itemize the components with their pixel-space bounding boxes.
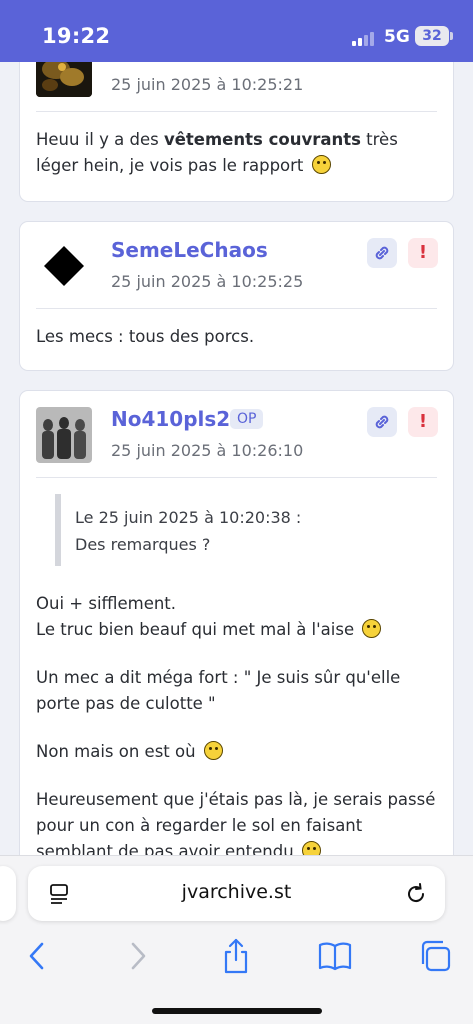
- sad-smiley-icon: [311, 155, 331, 174]
- post-card: No410pls2 OP 25 juin 2025 à 10:26:10 ! L…: [19, 390, 454, 860]
- post-message: Heuu il y a des vêtements couvrants très…: [36, 130, 398, 175]
- tabs-icon[interactable]: [415, 936, 455, 976]
- avatar: [36, 407, 92, 463]
- op-badge: OP: [230, 409, 264, 429]
- post-header: SemeLeChaos 25 juin 2025 à 10:25:25 !: [20, 222, 453, 308]
- post-paragraph: Heureusement que j'étais pas là, je sera…: [36, 790, 436, 860]
- quote-text: Des remarques ?: [75, 535, 211, 554]
- signal-icon: [352, 30, 378, 46]
- post-author[interactable]: SemeLeChaos: [111, 238, 268, 262]
- grin-smiley-icon: [362, 619, 382, 638]
- avatar: [36, 238, 92, 294]
- back-icon[interactable]: [17, 936, 57, 976]
- status-time: 19:22: [42, 24, 111, 48]
- quote-header: Le 25 juin 2025 à 10:20:38 :: [75, 508, 302, 527]
- post-date: 25 juin 2025 à 10:25:21: [111, 75, 304, 94]
- home-indicator: [152, 1008, 322, 1014]
- battery-icon: 32: [415, 26, 449, 46]
- post-paragraph: Un mec a dit méga fort : " Je suis sûr q…: [36, 668, 401, 713]
- post-message: Les mecs : tous des porcs.: [36, 327, 255, 346]
- quote-block: Le 25 juin 2025 à 10:20:38 : Des remarqu…: [55, 494, 435, 566]
- reload-icon[interactable]: [404, 882, 428, 906]
- divider: [36, 308, 437, 309]
- link-icon[interactable]: [367, 238, 397, 268]
- previous-tab-preview[interactable]: [0, 866, 16, 921]
- post-paragraph: Oui + sifflement. Le truc bien beauf qui…: [36, 591, 437, 643]
- share-icon[interactable]: [216, 936, 256, 976]
- post-paragraph: Non mais on est où: [36, 739, 437, 765]
- browser-toolbar: jvarchive.st: [0, 855, 473, 1024]
- divider: [36, 477, 437, 478]
- bookmarks-icon[interactable]: [315, 936, 355, 976]
- post-date: 25 juin 2025 à 10:25:25: [111, 272, 304, 291]
- page-content: 25 juin 2025 à 10:25:21 Heuu il y a des …: [0, 0, 473, 860]
- url-text[interactable]: jvarchive.st: [28, 881, 445, 903]
- laugh-smiley-icon: [203, 741, 223, 760]
- address-bar[interactable]: jvarchive.st: [28, 866, 445, 921]
- forward-icon[interactable]: [118, 936, 158, 976]
- report-icon[interactable]: !: [408, 407, 438, 437]
- divider: [36, 111, 437, 112]
- status-bar: 19:22 5G 32: [0, 0, 473, 62]
- post-header: No410pls2 OP 25 juin 2025 à 10:26:10 !: [20, 391, 453, 477]
- network-type: 5G: [384, 27, 410, 47]
- post-card: SemeLeChaos 25 juin 2025 à 10:25:25 ! Le…: [19, 221, 454, 371]
- report-icon[interactable]: !: [408, 238, 438, 268]
- post-date: 25 juin 2025 à 10:26:10: [111, 441, 304, 460]
- post-author[interactable]: No410pls2: [111, 407, 230, 431]
- battery-tip: [450, 32, 453, 40]
- link-icon[interactable]: [367, 407, 397, 437]
